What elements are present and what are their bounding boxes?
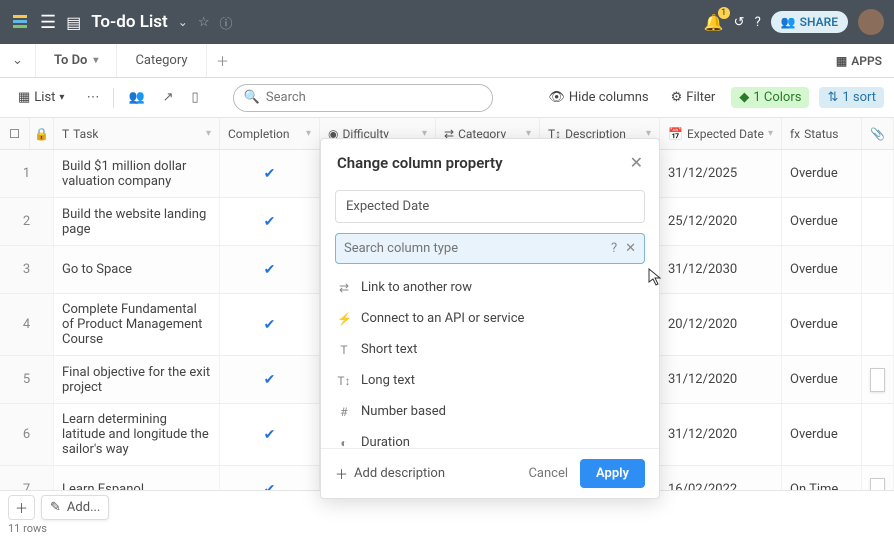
cell-task[interactable]: Final objective for the exit project [54, 356, 220, 403]
row-number: 6 [0, 404, 54, 465]
view-selector[interactable]: ▦ List ▾ [10, 86, 72, 109]
column-expected-date[interactable]: 📅 Expected Date▾ [660, 118, 782, 149]
page-title: To-do List [91, 12, 167, 32]
cell-date[interactable]: 31/12/2020 [660, 404, 782, 465]
app-logo[interactable] [10, 12, 30, 32]
type-option-long-text[interactable]: T↕Long text [327, 365, 653, 396]
share-button[interactable]: 👥 SHARE [771, 11, 848, 33]
clock-icon: ◐ [337, 436, 351, 449]
row-number: 1 [0, 150, 54, 197]
cell-task[interactable]: Learn determining latitude and longitude… [54, 404, 220, 465]
lock-column[interactable]: 🔒 [30, 118, 54, 149]
app-header: ☰ ▤ To-do List ⌄ ☆ ⓘ 🔔1 ↺ ? 👥 SHARE [0, 0, 894, 44]
cell-status[interactable]: Overdue [782, 294, 862, 355]
long-text-icon: T↕ [337, 374, 351, 388]
cell-date[interactable]: 31/12/2025 [660, 150, 782, 197]
add-tab-button[interactable]: ＋ [207, 44, 239, 77]
history-icon[interactable]: ↺ [734, 15, 745, 30]
apps-button[interactable]: ▦ APPS [824, 44, 894, 77]
type-option-link-row[interactable]: ⇄Link to another row [327, 272, 653, 303]
add-row-plus-button[interactable]: ＋ [8, 495, 35, 520]
row-number: 2 [0, 198, 54, 245]
tool-dots-icon[interactable]: ⋯ [82, 86, 103, 109]
tab-category[interactable]: Category [117, 44, 206, 77]
column-completion[interactable]: Completion▾ [220, 118, 320, 149]
search-input-wrapper[interactable]: 🔍 [233, 84, 493, 112]
type-option-api[interactable]: ⚡Connect to an API or service [327, 303, 653, 334]
column-type-search[interactable]: ? ✕ [335, 233, 645, 264]
cell-task[interactable]: Build the website landing page [54, 198, 220, 245]
cell-date[interactable]: 25/12/2020 [660, 198, 782, 245]
title-dropdown[interactable]: ⌄ [178, 15, 188, 29]
add-description-button[interactable]: ＋ Add description [335, 464, 445, 483]
list-icon: ▤ [66, 13, 81, 32]
select-all-checkbox[interactable]: ☐ [0, 118, 30, 149]
hide-columns-button[interactable]: 👁 Hide columns [542, 86, 654, 109]
type-option-number[interactable]: #Number based [327, 396, 653, 427]
expand-views-icon[interactable]: ⌄ [0, 44, 36, 77]
cell-date[interactable]: 31/12/2020 [660, 356, 782, 403]
cell-date[interactable]: 31/12/2030 [660, 246, 782, 293]
column-status[interactable]: fx Status [782, 118, 862, 149]
colors-button[interactable]: ◆ 1 Colors [731, 87, 809, 108]
column-type-list: ⇄Link to another row ⚡Connect to an API … [321, 268, 659, 448]
modal-title: Change column property [337, 154, 503, 172]
row-count-label: 11 rows [8, 522, 47, 535]
cell-completion[interactable]: ✔ [220, 404, 320, 465]
row-number: 5 [0, 356, 54, 403]
cell-completion[interactable]: ✔ [220, 246, 320, 293]
cell-task[interactable]: Complete Fundamental of Product Manageme… [54, 294, 220, 355]
link-icon: ⇄ [337, 281, 351, 295]
view-toolbar: ▦ List ▾ ⋯ 👥 ↗ ▯ 🔍 👁 Hide columns ⚙ Filt… [0, 78, 894, 118]
star-icon[interactable]: ☆ [198, 15, 210, 30]
help-icon[interactable]: ? [609, 241, 619, 256]
search-input[interactable] [266, 90, 482, 105]
text-icon: T [337, 343, 351, 357]
add-row-button[interactable]: ✎ Add... [41, 495, 109, 520]
cell-date[interactable]: 20/12/2020 [660, 294, 782, 355]
filter-button[interactable]: ⚙ Filter [665, 86, 722, 109]
column-type-search-input[interactable] [344, 241, 603, 256]
cell-task[interactable]: Go to Space [54, 246, 220, 293]
cards-icon[interactable]: ▯ [188, 86, 203, 109]
cell-status[interactable]: Overdue [782, 150, 862, 197]
change-column-property-modal: Change column property ✕ Expected Date ?… [320, 138, 660, 499]
clear-search-icon[interactable]: ✕ [625, 241, 636, 256]
search-icon: 🔍 [244, 90, 260, 105]
type-option-duration[interactable]: ◐Duration [327, 427, 653, 448]
bolt-icon: ⚡ [337, 312, 351, 326]
info-icon[interactable]: ⓘ [219, 13, 232, 32]
menu-icon[interactable]: ☰ [40, 12, 56, 33]
cell-completion[interactable]: ✔ [220, 356, 320, 403]
column-attachment[interactable]: 📎 [862, 118, 894, 149]
sort-button[interactable]: ⇅ 1 sort [819, 87, 884, 108]
cell-completion[interactable]: ✔ [220, 150, 320, 197]
cancel-button[interactable]: Cancel [516, 460, 580, 487]
cell-status[interactable]: Overdue [782, 246, 862, 293]
cell-attachment[interactable] [862, 150, 894, 197]
cell-status[interactable]: Overdue [782, 198, 862, 245]
tab-todo[interactable]: To Do▾ [36, 44, 117, 77]
apply-button[interactable]: Apply [580, 459, 645, 488]
cell-completion[interactable]: ✔ [220, 294, 320, 355]
cell-status[interactable]: Overdue [782, 404, 862, 465]
cell-task[interactable]: Build $1 million dollar valuation compan… [54, 150, 220, 197]
row-number: 4 [0, 294, 54, 355]
cell-attachment[interactable] [862, 356, 894, 403]
column-name-input[interactable]: Expected Date [335, 190, 645, 223]
group-icon[interactable]: 👥 [124, 86, 148, 109]
hash-icon: # [337, 405, 351, 419]
close-icon[interactable]: ✕ [630, 153, 643, 172]
row-number: 3 [0, 246, 54, 293]
help-icon[interactable]: ? [755, 15, 761, 30]
notification-icon[interactable]: 🔔1 [704, 13, 724, 32]
cell-status[interactable]: Overdue [782, 356, 862, 403]
cell-completion[interactable]: ✔ [220, 198, 320, 245]
export-icon[interactable]: ↗ [159, 86, 178, 109]
type-option-short-text[interactable]: TShort text [327, 334, 653, 365]
tab-bar: ⌄ To Do▾ Category ＋ ▦ APPS [0, 44, 894, 78]
user-avatar[interactable] [858, 9, 884, 35]
column-task[interactable]: T Task▾ [54, 118, 220, 149]
